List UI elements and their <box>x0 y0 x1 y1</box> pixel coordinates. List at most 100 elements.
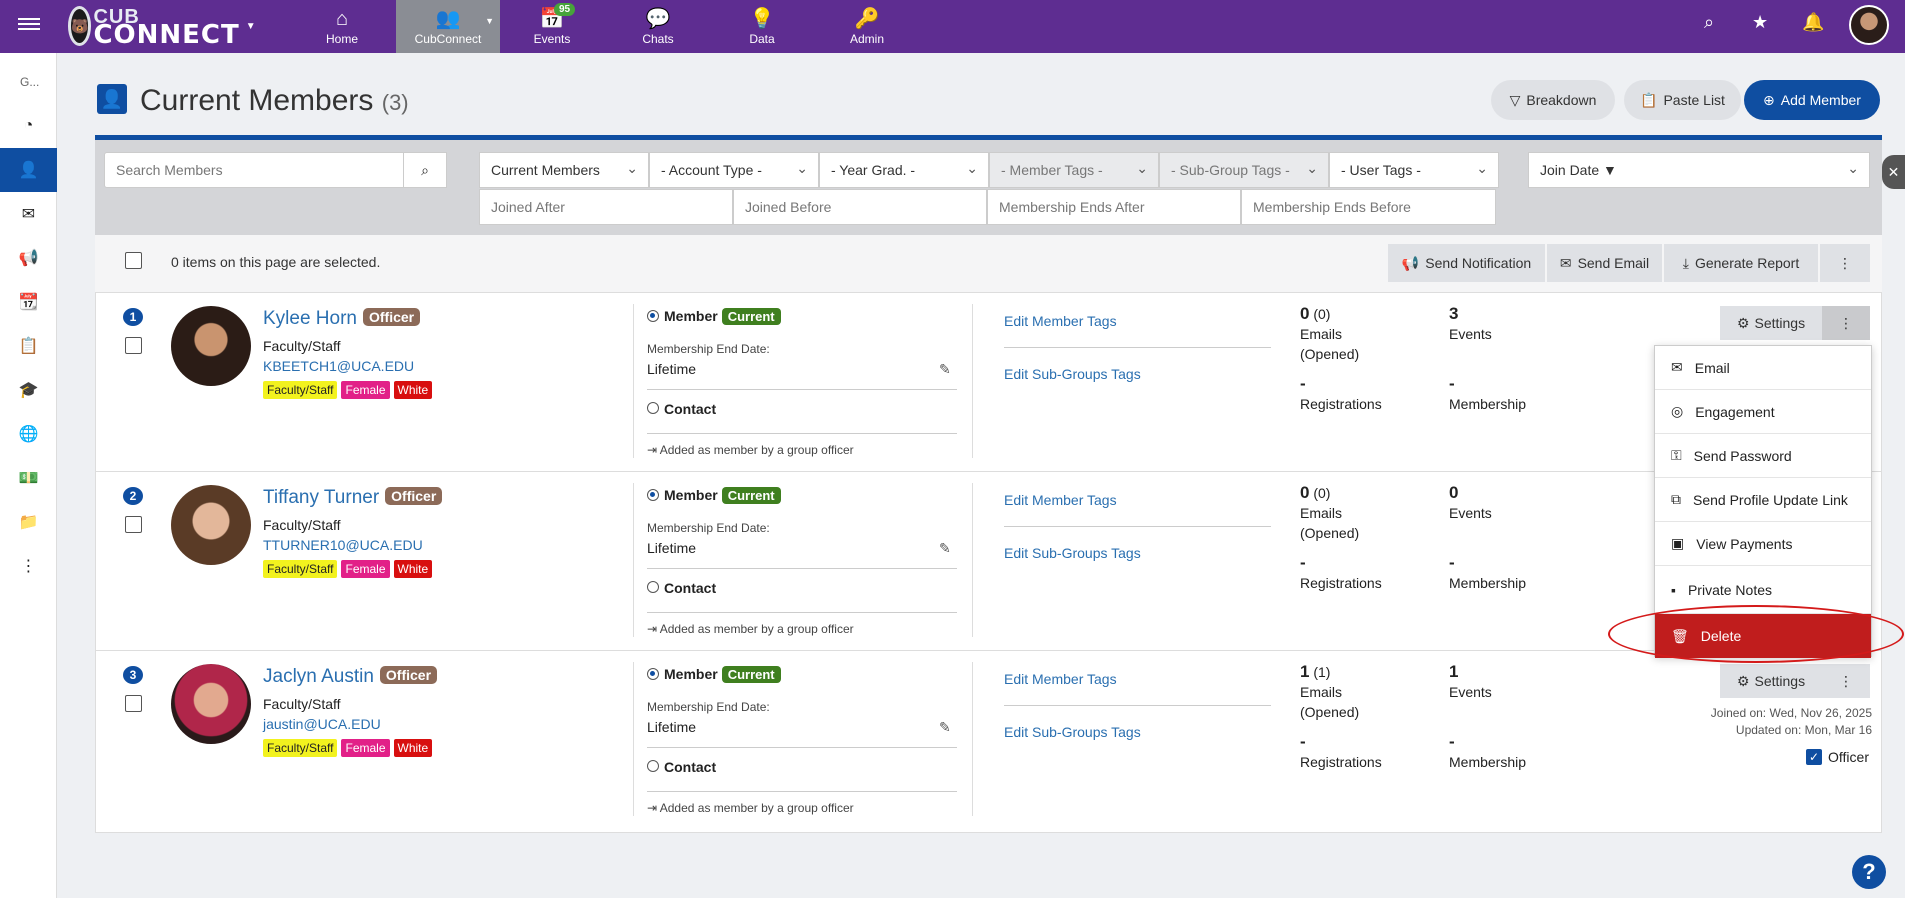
close-panel-icon[interactable]: ✕ <box>1882 155 1905 189</box>
row-checkbox[interactable] <box>125 516 142 533</box>
menu-item-send-password[interactable]: ⚿ Send Password <box>1655 434 1871 478</box>
membership-ends-after-input[interactable]: Membership Ends After <box>987 189 1241 225</box>
send-notification-button[interactable]: 📢 Send Notification <box>1388 244 1545 282</box>
member-email[interactable]: TTURNER10@UCA.EDU <box>263 537 423 553</box>
member-email[interactable]: jaustin@UCA.EDU <box>263 716 381 732</box>
money-icon: ▣ <box>1671 535 1685 551</box>
edit-subgroup-tags-link[interactable]: Edit Sub-Groups Tags <box>1004 366 1141 382</box>
nav-admin-label: Admin <box>849 31 884 46</box>
calendar-icon[interactable]: 📆 <box>0 280 57 324</box>
money-icon[interactable]: 💵 <box>0 456 57 500</box>
breakdown-button[interactable]: ▽ Breakdown <box>1491 80 1615 120</box>
member-status: Member Current <box>664 666 781 683</box>
search-button[interactable]: ⌕ <box>404 152 447 188</box>
member-role: Faculty/Staff <box>263 338 341 354</box>
graduation-cap-icon[interactable]: 🎓 <box>0 368 57 412</box>
cubconnect-logo[interactable]: 🐻 CUB CONNECT ▼ <box>68 2 256 50</box>
member-tags-select[interactable]: - Member Tags - ⌄ <box>989 152 1159 188</box>
chevron-down-icon[interactable]: ▼ <box>246 21 256 32</box>
nav-events[interactable]: 📅 Events 95 <box>500 0 604 53</box>
help-icon[interactable]: ? <box>1852 855 1886 889</box>
edit-member-tags-link[interactable]: Edit Member Tags <box>1004 313 1117 329</box>
menu-item-email[interactable]: ✉ Email <box>1655 346 1871 390</box>
nav-chats[interactable]: 💬 Chats <box>606 0 710 53</box>
search-icon[interactable]: ⌕ <box>1704 12 1714 33</box>
contact-radio[interactable] <box>647 581 659 593</box>
joined-before-input[interactable]: Joined Before <box>733 189 987 225</box>
mail-icon[interactable]: ✉ <box>0 192 57 236</box>
sort-select[interactable]: Join Date ▼ ⌄ <box>1528 152 1870 188</box>
search-input[interactable]: Search Members <box>104 152 404 188</box>
more-actions-button[interactable]: ⋮ <box>1820 244 1870 282</box>
group-label[interactable]: G... <box>20 75 39 89</box>
menu-item-send-profile-update-link[interactable]: ⧉ Send Profile Update Link <box>1655 478 1871 522</box>
officer-checkbox[interactable]: ✓ Officer <box>1806 749 1869 765</box>
edit-subgroup-tags-link[interactable]: Edit Sub-Groups Tags <box>1004 545 1141 561</box>
pencil-icon[interactable]: ✎ <box>939 540 951 557</box>
current-badge: Current <box>721 666 781 683</box>
divider <box>633 483 634 637</box>
more-vertical-icon[interactable]: ⋮ <box>0 544 57 588</box>
edit-member-tags-link[interactable]: Edit Member Tags <box>1004 492 1117 508</box>
nav-cubconnect[interactable]: 👥 CubConnect ▼ <box>396 0 500 53</box>
avatar[interactable] <box>171 664 251 744</box>
status-select[interactable]: Current Members ⌄ <box>479 152 649 188</box>
megaphone-icon[interactable]: 📢 <box>0 236 57 280</box>
add-member-button[interactable]: ⊕ Add Member <box>1744 80 1880 120</box>
user-tags-select[interactable]: - User Tags - ⌄ <box>1329 152 1499 188</box>
avatar[interactable] <box>171 485 251 565</box>
membership-ends-before-input[interactable]: Membership Ends Before <box>1241 189 1496 225</box>
members-icon[interactable]: 👤 <box>0 148 57 192</box>
member-radio[interactable] <box>647 489 659 501</box>
row-checkbox[interactable] <box>125 337 142 354</box>
membership-end-value: Lifetime <box>647 719 697 735</box>
dashboard-icon[interactable]: ◔ <box>0 104 57 148</box>
edit-subgroup-tags-link[interactable]: Edit Sub-Groups Tags <box>1004 724 1141 740</box>
clipboard-icon[interactable]: 📋 <box>0 324 57 368</box>
row-checkbox[interactable] <box>125 695 142 712</box>
member-email[interactable]: KBEETCH1@UCA.EDU <box>263 358 414 374</box>
account-type-select[interactable]: - Account Type - ⌄ <box>649 152 819 188</box>
row-more-button[interactable]: ⋮ <box>1822 306 1870 340</box>
more-vertical-icon: ⋮ <box>1838 254 1852 271</box>
menu-item-engagement[interactable]: ◎ Engagement <box>1655 390 1871 434</box>
settings-button[interactable]: ⚙ Settings <box>1720 306 1822 340</box>
send-email-button[interactable]: ✉ Send Email <box>1547 244 1662 282</box>
chevron-down-icon[interactable]: ▼ <box>485 16 494 26</box>
menu-item-view-payments[interactable]: ▣ View Payments <box>1655 522 1871 566</box>
mail-icon: ✉ <box>1671 359 1683 375</box>
pencil-icon[interactable]: ✎ <box>939 361 951 378</box>
bell-icon[interactable]: 🔔 <box>1802 12 1824 33</box>
generate-report-button[interactable]: ⤓ Generate Report <box>1664 244 1818 282</box>
nav-data[interactable]: 💡 Data <box>710 0 814 53</box>
member-radio[interactable] <box>647 310 659 322</box>
edit-member-tags-link[interactable]: Edit Member Tags <box>1004 671 1117 687</box>
settings-button[interactable]: ⚙ Settings <box>1720 664 1822 698</box>
nav-home[interactable]: ⌂ Home <box>290 0 394 53</box>
select-all-checkbox[interactable] <box>125 252 142 269</box>
tag: Faculty/Staff <box>263 381 338 399</box>
contact-radio[interactable] <box>647 760 659 772</box>
avatar[interactable] <box>171 306 251 386</box>
folder-icon[interactable]: 📁 <box>0 500 57 544</box>
member-name[interactable]: Tiffany Turner Officer <box>263 487 443 509</box>
contact-radio[interactable] <box>647 402 659 414</box>
tag: Faculty/Staff <box>263 560 338 578</box>
globe-icon[interactable]: 🌐 <box>0 412 57 456</box>
user-avatar[interactable] <box>1849 5 1889 45</box>
subgroup-tags-select[interactable]: - Sub-Group Tags - ⌄ <box>1159 152 1329 188</box>
member-name[interactable]: Jaclyn Austin Officer <box>263 666 438 688</box>
row-more-button[interactable]: ⋮ <box>1822 664 1870 698</box>
paste-list-button[interactable]: 📋 Paste List <box>1624 80 1741 120</box>
star-icon[interactable]: ★ <box>1752 12 1768 33</box>
nav-chats-label: Chats <box>642 31 674 46</box>
member-name[interactable]: Kylee Horn Officer <box>263 308 421 330</box>
lightbulb-icon: 💡 <box>749 7 775 30</box>
member-radio[interactable] <box>647 668 659 680</box>
year-grad-select[interactable]: - Year Grad. - ⌄ <box>819 152 989 188</box>
pencil-icon[interactable]: ✎ <box>939 719 951 736</box>
nav-admin[interactable]: 🔑 Admin <box>815 0 919 53</box>
joined-after-input[interactable]: Joined After <box>479 189 733 225</box>
contact-label: Contact <box>664 759 717 775</box>
menu-icon[interactable] <box>18 15 40 33</box>
